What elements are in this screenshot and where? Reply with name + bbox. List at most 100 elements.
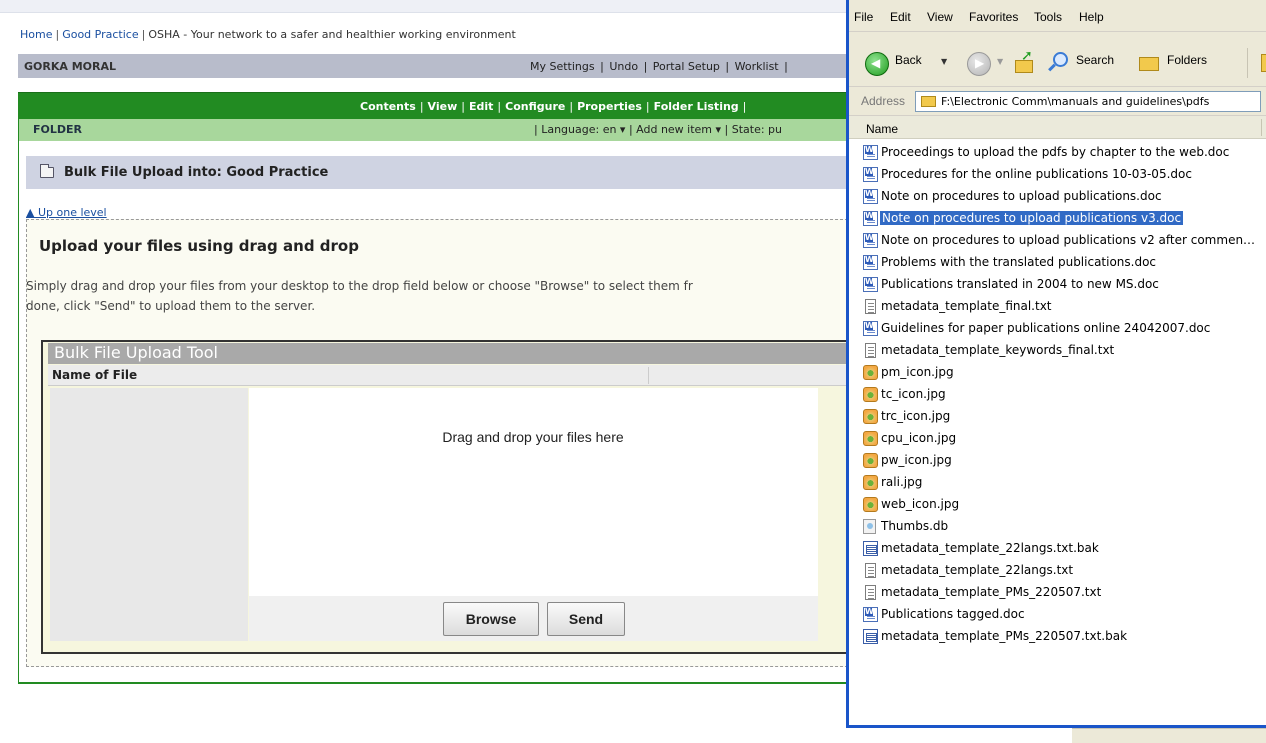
- address-bar: Address F:\Electronic Comm\manuals and g…: [849, 87, 1266, 116]
- tab-edit[interactable]: Edit: [469, 100, 493, 113]
- file-name: Publications tagged.doc: [881, 607, 1025, 621]
- text-file-icon: [865, 563, 876, 578]
- file-list-item[interactable]: web_icon.jpg: [849, 494, 1266, 516]
- back-button-label[interactable]: Back: [895, 53, 922, 67]
- menu-view[interactable]: View: [927, 10, 953, 24]
- my-settings-link[interactable]: My Settings: [528, 60, 597, 73]
- tab-configure[interactable]: Configure: [505, 100, 565, 113]
- instructions-line-2: done, click "Send" to upload them to the…: [26, 299, 316, 313]
- address-value: F:\Electronic Comm\manuals and guideline…: [941, 95, 1210, 108]
- file-list-item[interactable]: Problems with the translated publication…: [849, 252, 1266, 274]
- instructions-line-1: Simply drag and drop your files from you…: [26, 279, 693, 293]
- tab-view[interactable]: View: [428, 100, 458, 113]
- jpeg-image-icon: [863, 431, 878, 446]
- worklist-link[interactable]: Worklist: [733, 60, 781, 73]
- file-name: Note on procedures to upload publication…: [881, 189, 1162, 203]
- file-list-item[interactable]: metadata_template_22langs.txt.bak: [849, 538, 1266, 560]
- word-document-icon: [863, 255, 878, 270]
- forward-dropdown-icon[interactable]: ▼: [997, 57, 1003, 66]
- file-name: Guidelines for paper publications online…: [881, 321, 1211, 335]
- back-icon[interactable]: [865, 52, 889, 76]
- address-field[interactable]: F:\Electronic Comm\manuals and guideline…: [915, 91, 1261, 112]
- menu-edit[interactable]: Edit: [890, 10, 911, 24]
- document-heading: Bulk File Upload into: Good Practice: [26, 156, 858, 189]
- file-list-item[interactable]: metadata_template_PMs_220507.txt.bak: [849, 626, 1266, 648]
- content-tabs: Contents | View | Edit | Configure | Properties |…: [360, 100, 750, 113]
- file-list-item[interactable]: metadata_template_keywords_final.txt: [849, 340, 1266, 362]
- menu-file[interactable]: File: [854, 10, 873, 24]
- word-document-icon: [863, 277, 878, 292]
- file-list-item[interactable]: Publications tagged.doc: [849, 604, 1266, 626]
- upload-instructions: Simply drag and drop your files from you…: [26, 276, 856, 316]
- views-icon[interactable]: [1261, 54, 1266, 72]
- text-file-icon: [865, 343, 876, 358]
- file-list-item[interactable]: trc_icon.jpg: [849, 406, 1266, 428]
- file-list-item[interactable]: Thumbs.db: [849, 516, 1266, 538]
- up-one-level-link[interactable]: ▲ Up one level: [26, 206, 107, 219]
- tab-contents[interactable]: Contents: [360, 100, 416, 113]
- page-title: Bulk File Upload into: Good Practice: [64, 165, 329, 180]
- breadcrumb: Home | Good Practice | OSHA - Your network t…: [20, 28, 516, 41]
- folder-icon: [921, 96, 936, 107]
- folder-icon: [40, 164, 54, 178]
- file-list-item[interactable]: tc_icon.jpg: [849, 384, 1266, 406]
- menu-favorites[interactable]: Favorites: [969, 10, 1018, 24]
- file-list-item[interactable]: cpu_icon.jpg: [849, 428, 1266, 450]
- file-list-item[interactable]: rali.jpg: [849, 472, 1266, 494]
- breadcrumb-good-practice-link[interactable]: Good Practice: [62, 28, 138, 41]
- tab-separator: |: [645, 100, 650, 113]
- file-list-item[interactable]: pm_icon.jpg: [849, 362, 1266, 384]
- drop-zone-text: Drag and drop your files here: [442, 429, 624, 445]
- drop-zone[interactable]: Drag and drop your files here: [249, 388, 818, 596]
- search-icon[interactable]: [1047, 52, 1069, 74]
- file-name: trc_icon.jpg: [881, 409, 951, 423]
- file-list-item[interactable]: Publications translated in 2004 to new M…: [849, 274, 1266, 296]
- file-list-item[interactable]: Note on procedures to upload publication…: [849, 230, 1266, 252]
- word-document-icon: [863, 233, 878, 248]
- content-tabs-bar: Contents | View | Edit | Configure | Properties |…: [18, 92, 858, 119]
- search-button-label[interactable]: Search: [1076, 53, 1114, 67]
- folders-button-label[interactable]: Folders: [1167, 53, 1207, 67]
- file-name: Procedures for the online publications 1…: [881, 167, 1192, 181]
- file-list-item[interactable]: Guidelines for paper publications online…: [849, 318, 1266, 340]
- file-list: Proceedings to upload the pdfs by chapte…: [849, 142, 1266, 648]
- menu-help[interactable]: Help: [1079, 10, 1104, 24]
- folders-icon[interactable]: [1139, 52, 1161, 72]
- browse-button[interactable]: Browse: [443, 602, 539, 636]
- back-dropdown-icon[interactable]: ▼: [941, 57, 947, 66]
- undo-link[interactable]: Undo: [607, 60, 640, 73]
- file-list-item[interactable]: Proceedings to upload the pdfs by chapte…: [849, 142, 1266, 164]
- file-name: Note on procedures to upload publication…: [880, 211, 1184, 225]
- file-name: Thumbs.db: [881, 519, 949, 533]
- file-list-item[interactable]: Procedures for the online publications 1…: [849, 164, 1266, 186]
- file-name: Problems with the translated publication…: [881, 255, 1157, 269]
- name-column-header[interactable]: Name: [866, 122, 898, 136]
- forward-icon[interactable]: [967, 52, 991, 76]
- word-document-icon: [863, 211, 878, 226]
- file-name: metadata_template_22langs.txt.bak: [881, 541, 1099, 555]
- jpeg-image-icon: [863, 387, 878, 402]
- column-divider[interactable]: [1261, 119, 1262, 136]
- breadcrumb-home-link[interactable]: Home: [20, 28, 52, 41]
- up-folder-icon[interactable]: ➚: [1013, 48, 1035, 74]
- file-list-item[interactable]: pw_icon.jpg: [849, 450, 1266, 472]
- file-name: Note on procedures to upload publication…: [881, 233, 1256, 247]
- column-divider: [648, 367, 649, 384]
- file-list-item[interactable]: Note on procedures to upload publication…: [849, 208, 1266, 230]
- menu-tools[interactable]: Tools: [1034, 10, 1062, 24]
- tab-folder-listing[interactable]: Folder Listing: [654, 100, 739, 113]
- send-button[interactable]: Send: [547, 602, 625, 636]
- file-list-item[interactable]: metadata_template_final.txt: [849, 296, 1266, 318]
- content-actions[interactable]: | Language: en ▾ | Add new item ▾ | Stat…: [534, 123, 782, 136]
- backup-file-icon: [863, 629, 878, 644]
- file-list-item[interactable]: metadata_template_22langs.txt: [849, 560, 1266, 582]
- word-document-icon: [863, 145, 878, 160]
- file-list-item[interactable]: Note on procedures to upload publication…: [849, 186, 1266, 208]
- breadcrumb-separator: |: [55, 28, 60, 41]
- explorer-window: File Edit View Favorites Tools Help ▼ ▼ …: [846, 0, 1266, 728]
- jpeg-image-icon: [863, 497, 878, 512]
- portal-setup-link[interactable]: Portal Setup: [651, 60, 722, 73]
- tab-properties[interactable]: Properties: [577, 100, 642, 113]
- file-name: pw_icon.jpg: [881, 453, 952, 467]
- file-list-item[interactable]: metadata_template_PMs_220507.txt: [849, 582, 1266, 604]
